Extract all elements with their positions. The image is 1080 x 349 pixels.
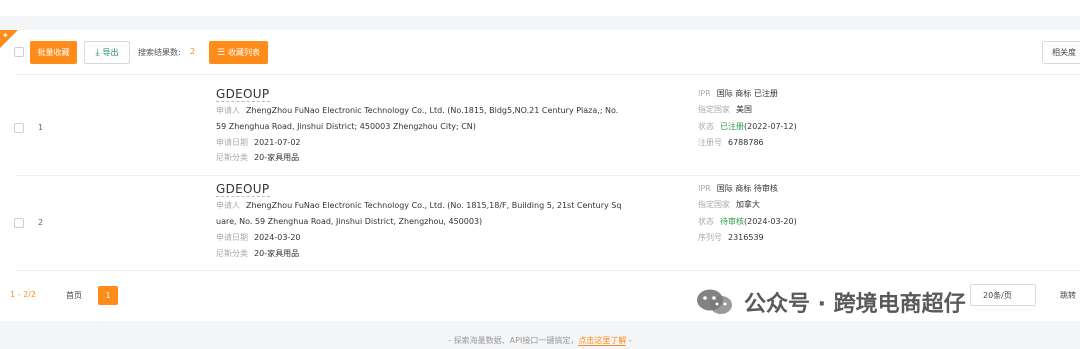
number-value: 2316539 (728, 233, 764, 242)
trademark-name[interactable]: GDEOUP (216, 182, 269, 196)
trademark-name[interactable]: GDEOUP (216, 87, 269, 101)
date-value: 2021-07-02 (254, 138, 301, 147)
country-value: 美国 (736, 105, 752, 114)
status-field: 状态 已注册(2022-07-12) (698, 120, 797, 134)
sort-label: 相关度 (1052, 48, 1076, 57)
row-checkbox[interactable] (14, 218, 24, 228)
date-field: 申请日期 2024-03-20 (216, 231, 301, 245)
watermark: 公众号 · 跨境电商超仔 (696, 286, 966, 318)
page-button-current[interactable]: 1 (98, 286, 118, 305)
status-date: (2022-07-12) (744, 122, 797, 131)
country-field: 指定国家 加拿大 (698, 198, 760, 212)
row-index: 1 (38, 123, 44, 132)
row-checkbox[interactable] (14, 123, 24, 133)
pager-range: 1 - 2/2 (10, 290, 36, 299)
applicant-value-cont: 59 Zhenghua Road, Jinshui District; 4500… (216, 122, 476, 131)
applicant-value-cont: uare, No. 59 Zhenghua Road, Jinshui Dist… (216, 217, 483, 226)
class-value: 20-家具用品 (254, 153, 300, 162)
name-underline (216, 196, 270, 197)
list-icon: ☰ (216, 47, 226, 58)
ipr-label: IPR (698, 184, 711, 193)
class-value: 20-家具用品 (254, 249, 300, 258)
ipr-field: IPR 国际 商标 已注册 (698, 87, 778, 101)
applicant-label: 申请人 (216, 106, 240, 115)
watermark-text: 公众号 · 跨境电商超仔 (744, 292, 966, 317)
class-field: 尼斯分类 20-家具用品 (216, 247, 299, 261)
date-field: 申请日期 2021-07-02 (216, 136, 301, 150)
number-field: 序列号 2316539 (698, 231, 764, 245)
status-value: 已注册 (720, 122, 744, 131)
date-label: 申请日期 (216, 138, 248, 147)
select-all-checkbox[interactable] (14, 47, 24, 57)
export-button[interactable]: ⤓ 导出 (84, 41, 130, 64)
status-field: 状态 待审核(2024-03-20) (698, 215, 797, 229)
number-value: 6788786 (728, 138, 764, 147)
footer-text: - 探索海量数据、API接口一键搞定，点击这里了解 - (0, 335, 1080, 346)
top-gap (0, 16, 1080, 30)
status-label: 状态 (698, 122, 714, 131)
download-icon: ⤓ (95, 47, 100, 58)
collect-list-button[interactable]: ☰ 收藏列表 (209, 41, 268, 64)
row-index: 2 (38, 218, 44, 227)
applicant-field: 申请人 ZhengZhou FuNao Electronic Technology… (216, 104, 618, 118)
applicant-field: 申请人 ZhengZhou FuNao Electronic Technology… (216, 199, 621, 213)
row-divider (16, 74, 1080, 75)
class-label: 尼斯分类 (216, 249, 248, 258)
number-field: 注册号 6788786 (698, 136, 764, 150)
applicant-value: ZhengZhou FuNao Electronic Technology Co… (246, 106, 619, 115)
ipr-value: 国际 商标 已注册 (716, 89, 778, 98)
applicant-value: ZhengZhou FuNao Electronic Technology Co… (246, 201, 622, 210)
country-field: 指定国家 美国 (698, 103, 752, 117)
bulk-collect-button[interactable]: 批量收藏 (30, 41, 77, 64)
date-label: 申请日期 (216, 233, 248, 242)
ipr-value: 国际 商标 待审核 (716, 184, 778, 193)
class-label: 尼斯分类 (216, 153, 248, 162)
top-strip (0, 0, 1080, 16)
ipr-label: IPR (698, 89, 711, 98)
ipr-field: IPR 国际 商标 待审核 (698, 182, 778, 196)
wechat-icon (696, 288, 734, 316)
footer-text-before: - 探索海量数据、API接口一键搞定， (448, 336, 579, 345)
number-label: 注册号 (698, 138, 722, 147)
status-label: 状态 (698, 217, 714, 226)
row-divider (16, 270, 1080, 271)
country-label: 指定国家 (698, 105, 730, 114)
pin-icon: ✦ (2, 31, 9, 40)
result-count-label: 搜索结果数: (138, 48, 181, 57)
class-field: 尼斯分类 20-家具用品 (216, 151, 299, 165)
footer-text-after: - (626, 336, 632, 345)
goto-label: 跳转 (1060, 291, 1076, 300)
per-page-select[interactable]: 20条/页 (970, 284, 1036, 306)
number-label: 序列号 (698, 233, 722, 242)
result-count: 2 (190, 47, 196, 56)
status-date: (2024-03-20) (744, 217, 797, 226)
sort-select[interactable]: 相关度 (1042, 41, 1080, 64)
bulk-collect-label: 批量收藏 (37, 48, 70, 57)
first-page-link[interactable]: 首页 (66, 290, 82, 301)
date-value: 2024-03-20 (254, 233, 301, 242)
country-label: 指定国家 (698, 200, 730, 209)
country-value: 加拿大 (736, 200, 760, 209)
name-underline (216, 101, 270, 102)
row-divider (16, 175, 1080, 176)
collect-list-label: 收藏列表 (228, 48, 261, 57)
per-page-label: 20条/页 (983, 290, 1012, 300)
footer-link[interactable]: 点击这里了解 (578, 336, 627, 346)
applicant-label: 申请人 (216, 201, 240, 210)
status-value: 待审核 (720, 217, 744, 226)
export-label: 导出 (102, 48, 119, 57)
